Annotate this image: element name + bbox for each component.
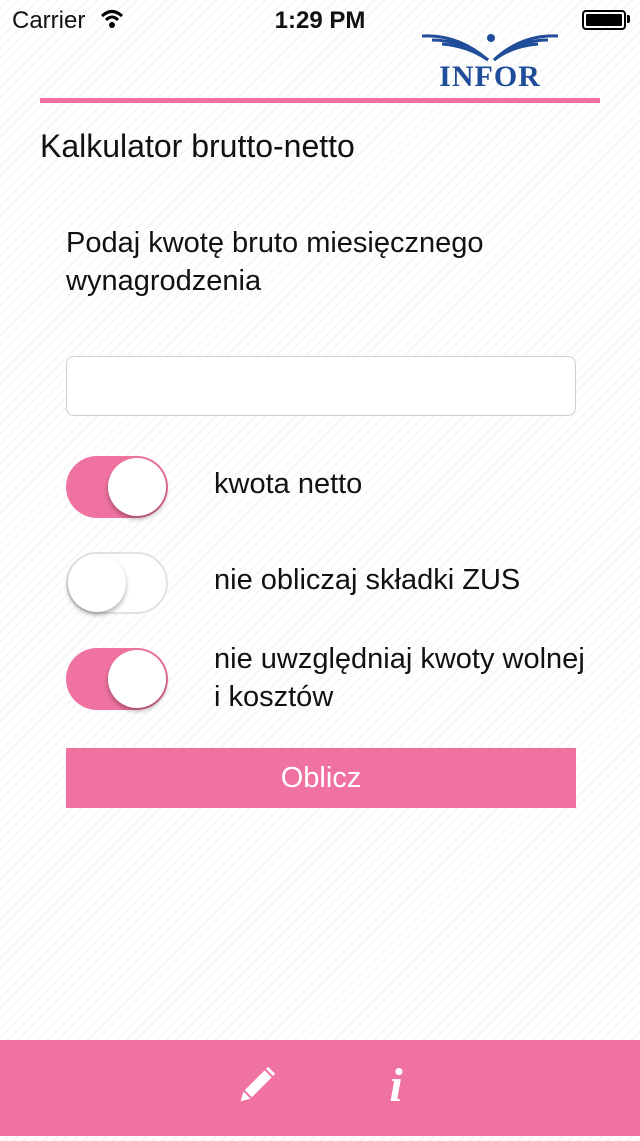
tab-bar: i	[0, 1040, 640, 1136]
infor-logo: INFOR	[418, 30, 562, 94]
pencil-icon	[240, 1066, 276, 1102]
ignore-allowance-toggle[interactable]	[66, 648, 168, 710]
logo-text: INFOR	[439, 60, 541, 93]
net-amount-label: kwota netto	[214, 468, 363, 500]
toggle-knob	[108, 650, 166, 708]
logo-wings-icon	[421, 34, 559, 62]
net-amount-toggle[interactable]	[66, 456, 168, 518]
skip-zus-toggle[interactable]	[66, 552, 168, 614]
header-divider	[40, 98, 600, 103]
toggle-knob	[108, 458, 166, 516]
tab-info[interactable]: i	[356, 1040, 436, 1136]
battery-tip	[627, 15, 630, 23]
toggle-knob	[68, 554, 126, 612]
page-title: Kalkulator brutto-netto	[40, 128, 355, 164]
skip-zus-label: nie obliczaj składki ZUS	[214, 564, 521, 596]
ignore-allowance-label: nie uwzględniaj kwoty wolnej i kosztów	[214, 643, 585, 713]
info-icon: i	[389, 1059, 403, 1112]
amount-prompt: Podaj kwotę bruto miesięcznego wynagrodz…	[66, 227, 484, 297]
calculate-button[interactable]: Oblicz	[66, 748, 576, 808]
tab-calculator[interactable]	[214, 1040, 294, 1136]
gross-amount-input[interactable]	[66, 356, 576, 416]
battery-icon	[582, 10, 626, 30]
